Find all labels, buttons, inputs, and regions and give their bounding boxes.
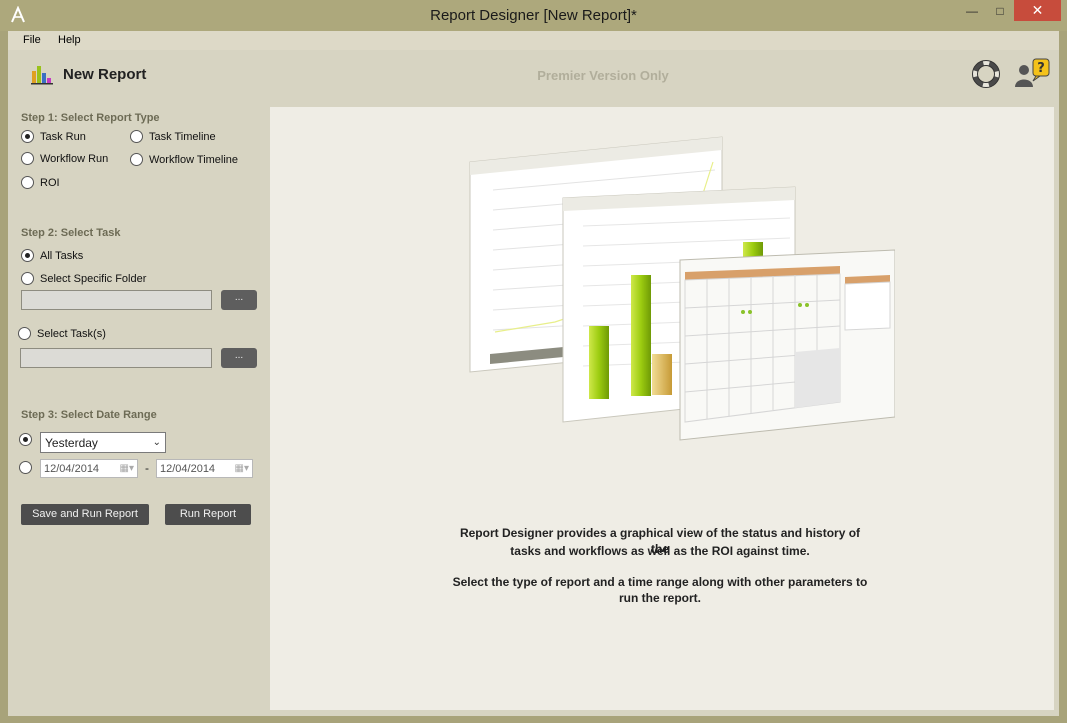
radio-task-timeline-dot[interactable] xyxy=(130,130,143,143)
tasks-field[interactable] xyxy=(20,348,212,368)
radio-task-run-dot[interactable] xyxy=(21,130,34,143)
calendar-dropdown-icon[interactable]: ▦▾ xyxy=(120,463,134,474)
menu-bar: File Help xyxy=(8,31,1059,50)
task-timeline-chart-card xyxy=(679,249,895,441)
report-preview-image xyxy=(469,136,895,441)
radio-select-tasks-dot[interactable] xyxy=(18,327,31,340)
start-date-value: 12/04/2014 xyxy=(44,462,100,475)
step2-heading: Step 2: Select Task xyxy=(21,227,121,239)
end-date-value: 12/04/2014 xyxy=(160,462,216,475)
radio-task-run[interactable]: Task Run xyxy=(21,130,86,143)
radio-all-tasks[interactable]: All Tasks xyxy=(21,249,83,262)
folder-path-field[interactable] xyxy=(21,290,212,310)
end-date-field[interactable]: 12/04/2014 ▦▾ xyxy=(156,459,253,478)
radio-preset-range-dot[interactable] xyxy=(19,433,32,446)
description-line-2: tasks and workflows as well as the ROI a… xyxy=(510,544,810,558)
radio-workflow-run[interactable]: Workflow Run xyxy=(21,152,108,165)
radio-specific-folder[interactable]: Select Specific Folder xyxy=(21,272,146,285)
minimize-icon: — xyxy=(966,3,978,18)
radio-specific-folder-dot[interactable] xyxy=(21,272,34,285)
lifebuoy-help-icon[interactable] xyxy=(972,60,1000,88)
title-bar: Report Designer [New Report]* — □ ✕ xyxy=(0,0,1067,31)
radio-task-timeline[interactable]: Task Timeline xyxy=(130,130,216,143)
calendar-dropdown-icon[interactable]: ▦▾ xyxy=(235,463,249,474)
content-area: Report Designer provides a graphical vie… xyxy=(270,107,1054,710)
date-separator: - xyxy=(145,461,149,475)
radio-all-tasks-dot[interactable] xyxy=(21,249,34,262)
save-and-run-button[interactable]: Save and Run Report xyxy=(21,504,149,525)
svg-text:?: ? xyxy=(1037,61,1045,76)
menu-file[interactable]: File xyxy=(23,34,41,46)
minimize-button[interactable]: — xyxy=(958,0,986,21)
radio-select-tasks-label: Select Task(s) xyxy=(37,327,106,340)
step3-heading: Step 3: Select Date Range xyxy=(21,409,157,421)
radio-select-tasks[interactable]: Select Task(s) xyxy=(18,327,106,340)
date-range-select[interactable]: Yesterday ⌄ xyxy=(40,432,166,453)
radio-workflow-timeline[interactable]: Workflow Timeline xyxy=(130,153,238,166)
radio-roi-dot[interactable] xyxy=(21,176,34,189)
browse-folder-button[interactable]: ... xyxy=(221,290,257,310)
radio-task-run-label: Task Run xyxy=(40,130,86,143)
maximize-button[interactable]: □ xyxy=(986,0,1014,21)
main-panel: New Report Premier Version Only ? Step 1… xyxy=(8,50,1059,716)
start-date-field[interactable]: 12/04/2014 ▦▾ xyxy=(40,459,138,478)
user-support-icon[interactable]: ? xyxy=(1014,58,1050,88)
date-range-value: Yesterday xyxy=(45,435,98,450)
step1-heading: Step 1: Select Report Type xyxy=(21,112,160,124)
radio-workflow-timeline-dot[interactable] xyxy=(130,153,143,166)
maximize-icon: □ xyxy=(996,3,1004,18)
radio-roi-label: ROI xyxy=(40,176,60,189)
page-title: New Report xyxy=(63,66,147,83)
radio-workflow-run-dot[interactable] xyxy=(21,152,34,165)
browse-tasks-button[interactable]: ... xyxy=(221,348,257,368)
radio-custom-range[interactable] xyxy=(19,461,38,474)
close-button[interactable]: ✕ xyxy=(1014,0,1061,21)
close-icon: ✕ xyxy=(1031,2,1044,18)
report-chart-icon xyxy=(31,66,53,85)
window-title: Report Designer [New Report]* xyxy=(430,7,637,24)
chevron-down-icon: ⌄ xyxy=(152,437,161,448)
radio-custom-range-dot[interactable] xyxy=(19,461,32,474)
radio-workflow-timeline-label: Workflow Timeline xyxy=(149,153,239,166)
radio-specific-folder-label: Select Specific Folder xyxy=(40,272,147,285)
radio-task-timeline-label: Task Timeline xyxy=(149,130,216,143)
radio-all-tasks-label: All Tasks xyxy=(40,249,84,262)
premier-note: Premier Version Only xyxy=(537,68,669,83)
radio-workflow-run-label: Workflow Run xyxy=(40,152,109,165)
menu-help[interactable]: Help xyxy=(58,34,81,46)
run-report-button[interactable]: Run Report xyxy=(165,504,251,525)
description-line-3: Select the type of report and a time ran… xyxy=(452,575,868,589)
radio-roi[interactable]: ROI xyxy=(21,176,60,189)
description-line-4: run the report. xyxy=(618,591,701,605)
radio-preset-range[interactable] xyxy=(19,433,38,446)
